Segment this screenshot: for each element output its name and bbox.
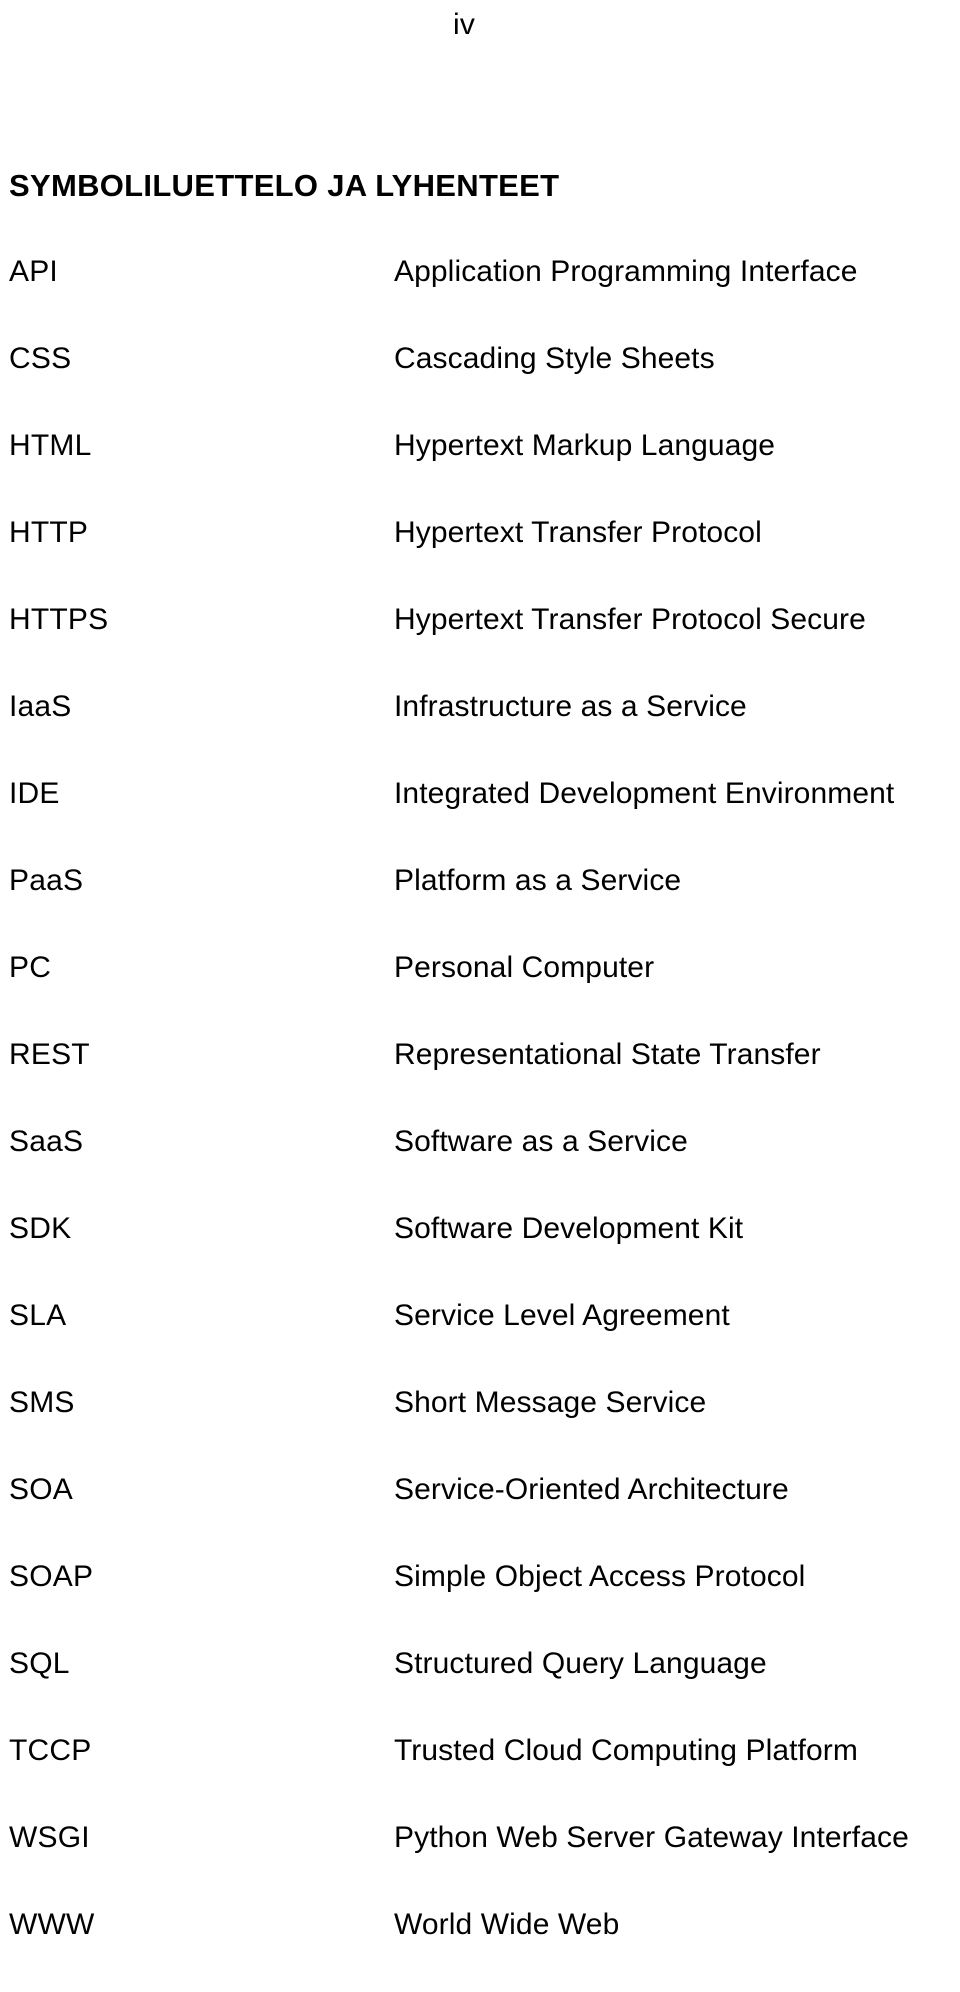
abbreviation-term: IaaS (9, 690, 72, 723)
document-page: iv SYMBOLILUETTELO JA LYHENTEET API Appli… (0, 0, 960, 1941)
abbreviation-row: CSS Cascading Style Sheets (0, 339, 960, 426)
abbreviation-term: IDE (9, 777, 60, 810)
abbreviation-term: HTTPS (9, 603, 109, 636)
abbreviation-row: WSGI Python Web Server Gateway Interface (0, 1818, 960, 1905)
abbreviation-row: HTTP Hypertext Transfer Protocol (0, 513, 960, 600)
abbreviation-list: API Application Programming Interface CSS C… (0, 252, 960, 1992)
abbreviation-row: HTML Hypertext Markup Language (0, 426, 960, 513)
abbreviation-definition: Service Level Agreement (394, 1299, 730, 1332)
abbreviation-term: WSGI (9, 1821, 90, 1854)
abbreviation-definition: Trusted Cloud Computing Platform (394, 1734, 858, 1767)
abbreviation-term: API (9, 255, 58, 288)
abbreviation-term: CSS (9, 342, 72, 375)
abbreviation-term: SOA (9, 1473, 73, 1506)
abbreviation-definition: Hypertext Markup Language (394, 429, 776, 462)
abbreviation-row: SLA Service Level Agreement (0, 1296, 960, 1383)
abbreviation-term: SDK (9, 1212, 72, 1245)
abbreviation-term: HTML (9, 429, 92, 462)
abbreviation-term: PC (9, 951, 52, 984)
abbreviation-definition: Cascading Style Sheets (394, 342, 715, 375)
abbreviation-definition: Short Message Service (394, 1386, 707, 1419)
abbreviation-definition: Software as a Service (394, 1125, 688, 1158)
abbreviation-row: HTTPS Hypertext Transfer Protocol Secure (0, 600, 960, 687)
abbreviation-row: SaaS Software as a Service (0, 1122, 960, 1209)
abbreviation-row: IaaS Infrastructure as a Service (0, 687, 960, 774)
abbreviation-definition: Python Web Server Gateway Interface (394, 1821, 909, 1854)
abbreviation-term: SQL (9, 1647, 70, 1680)
abbreviation-term: PaaS (9, 864, 84, 897)
abbreviation-row: SMS Short Message Service (0, 1383, 960, 1470)
abbreviation-row: TCCP Trusted Cloud Computing Platform (0, 1731, 960, 1818)
abbreviation-row: SOAP Simple Object Access Protocol (0, 1557, 960, 1644)
abbreviation-row: SQL Structured Query Language (0, 1644, 960, 1731)
abbreviation-row: WWW World Wide Web (0, 1905, 960, 1992)
abbreviation-term: HTTP (9, 516, 89, 549)
abbreviation-definition: Hypertext Transfer Protocol (394, 516, 762, 549)
abbreviation-definition: Personal Computer (394, 951, 655, 984)
abbreviation-term: SaaS (9, 1125, 84, 1158)
abbreviation-row: IDE Integrated Development Environment (0, 774, 960, 861)
abbreviation-term: WWW (9, 1908, 95, 1941)
abbreviation-term: TCCP (9, 1734, 92, 1767)
abbreviation-row: REST Representational State Transfer (0, 1035, 960, 1122)
page-number: iv (452, 8, 476, 41)
abbreviation-row: PaaS Platform as a Service (0, 861, 960, 948)
abbreviation-row: SDK Software Development Kit (0, 1209, 960, 1296)
abbreviation-term: SLA (9, 1299, 67, 1332)
abbreviation-row: API Application Programming Interface (0, 252, 960, 339)
abbreviation-term: SMS (9, 1386, 75, 1419)
abbreviation-definition: Simple Object Access Protocol (394, 1560, 806, 1593)
abbreviation-definition: Structured Query Language (394, 1647, 767, 1680)
abbreviation-definition: World Wide Web (394, 1908, 620, 1941)
abbreviation-term: SOAP (9, 1560, 94, 1593)
page-title: SYMBOLILUETTELO JA LYHENTEET (9, 167, 560, 203)
abbreviation-definition: Platform as a Service (394, 864, 682, 897)
abbreviation-definition: Integrated Development Environment (394, 777, 895, 810)
abbreviation-definition: Representational State Transfer (394, 1038, 821, 1071)
abbreviation-definition: Infrastructure as a Service (394, 690, 747, 723)
abbreviation-definition: Service-Oriented Architecture (394, 1473, 789, 1506)
abbreviation-term: REST (9, 1038, 90, 1071)
abbreviation-row: PC Personal Computer (0, 948, 960, 1035)
abbreviation-definition: Software Development Kit (394, 1212, 744, 1245)
abbreviation-row: SOA Service-Oriented Architecture (0, 1470, 960, 1557)
abbreviation-definition: Application Programming Interface (394, 255, 858, 288)
abbreviation-definition: Hypertext Transfer Protocol Secure (394, 603, 866, 636)
